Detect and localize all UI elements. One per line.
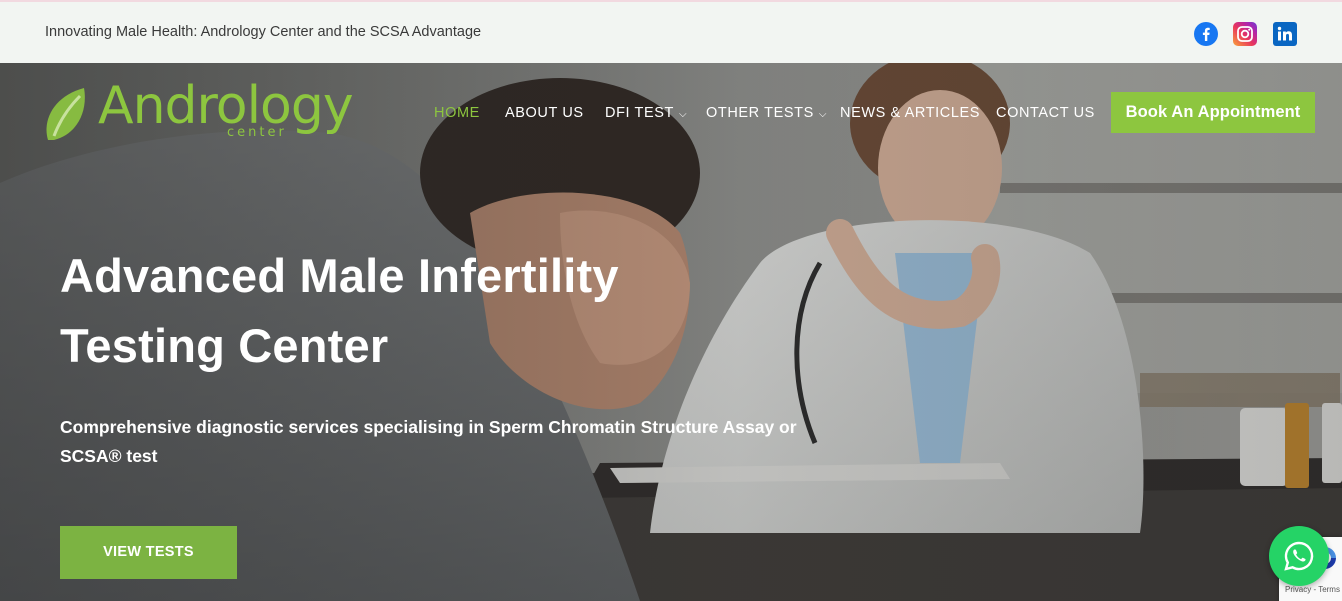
nav-contact-us-label: CONTACT US — [996, 105, 1095, 121]
book-appointment-button[interactable]: Book An Appointment — [1111, 92, 1315, 133]
site-logo[interactable]: Andrology center — [42, 78, 354, 142]
top-bar: Innovating Male Health: Andrology Center… — [0, 0, 1342, 63]
chevron-down-icon: ⌵ — [818, 109, 828, 120]
whatsapp-chat-button[interactable] — [1269, 526, 1329, 586]
top-bar-tagline: Innovating Male Health: Andrology Center… — [45, 24, 482, 40]
facebook-icon[interactable] — [1194, 22, 1218, 46]
hero-title-line-1: Advanced Male Infertility — [60, 249, 619, 302]
hero-subtitle-line-1: Comprehensive diagnostic services specia… — [60, 417, 797, 437]
nav-home-label: HOME — [434, 105, 480, 121]
hero-subtitle: Comprehensive diagnostic services specia… — [60, 413, 820, 471]
view-tests-button[interactable]: VIEW TESTS — [60, 526, 237, 579]
hero-section: Andrology center HOME ABOUT US DFI TEST ⌵… — [0, 63, 1342, 601]
nav-other-tests[interactable]: OTHER TESTS ⌵ — [706, 105, 827, 121]
hero-title: Advanced Male Infertility Testing Center — [60, 241, 760, 381]
logo-subtitle: center — [227, 125, 287, 140]
hero-subtitle-line-2: SCSA® test — [60, 446, 158, 466]
nav-other-tests-label: OTHER TESTS — [706, 105, 814, 121]
nav-news-articles-label: NEWS & ARTICLES — [840, 105, 981, 121]
instagram-icon[interactable] — [1233, 22, 1257, 46]
nav-news-articles[interactable]: NEWS & ARTICLES — [840, 105, 980, 121]
nav-about-us-label: ABOUT US — [505, 105, 584, 121]
logo-wordmark: Andrology — [98, 76, 354, 136]
linkedin-icon[interactable] — [1273, 22, 1297, 46]
hero-title-line-2: Testing Center — [60, 319, 389, 372]
whatsapp-icon — [1284, 541, 1314, 571]
chevron-down-icon: ⌵ — [678, 109, 688, 120]
leaf-logo-icon — [46, 88, 85, 140]
nav-home[interactable]: HOME — [434, 105, 480, 121]
nav-contact-us[interactable]: CONTACT US — [996, 105, 1095, 121]
nav-dfi-test[interactable]: DFI TEST ⌵ — [605, 105, 687, 121]
nav-about-us[interactable]: ABOUT US — [505, 105, 584, 121]
nav-dfi-test-label: DFI TEST — [605, 105, 674, 121]
recaptcha-privacy-terms[interactable]: Privacy - Terms — [1285, 585, 1340, 594]
